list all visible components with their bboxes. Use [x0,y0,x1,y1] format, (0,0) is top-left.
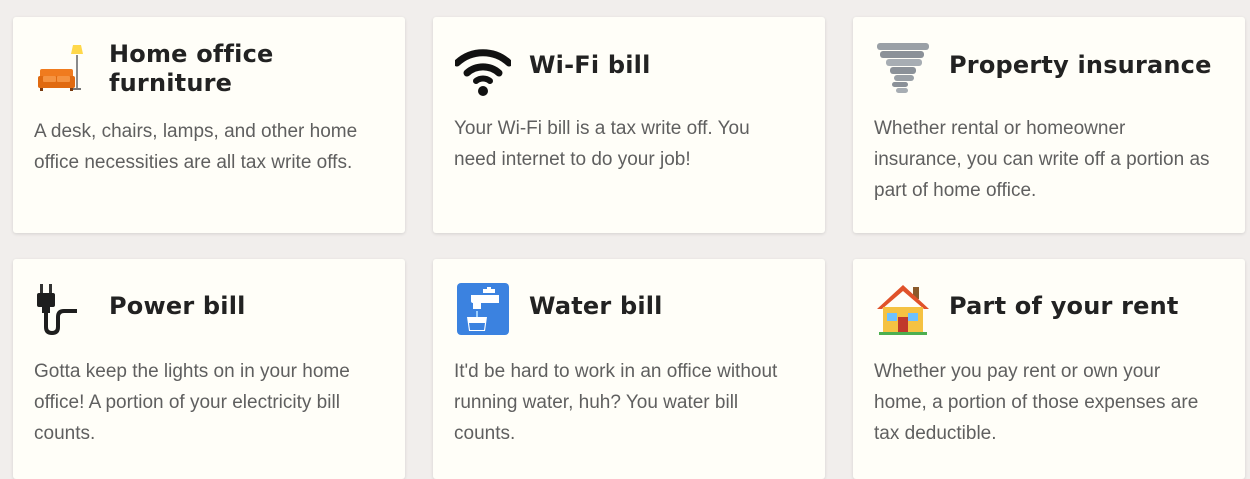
card-description: Whether you pay rent or own your home, a… [874,361,1199,444]
card-water-bill: Water bill It'd be hard to work in an of… [433,259,825,479]
write-offs-grid: Home office furniture A desk, chairs, la… [0,0,1250,479]
card-power-bill: Power bill Gotta keep the lights on in y… [13,259,405,479]
card-description: It'd be hard to work in an office withou… [454,361,778,444]
card-title: Property insurance [949,51,1212,79]
card-title: Water bill [529,292,663,320]
card-home-office-furniture: Home office furniture A desk, chairs, la… [13,17,405,233]
electric-plug-icon [35,281,91,337]
card-title: Wi-Fi bill [529,51,651,79]
wifi-icon [453,41,513,97]
tornado-icon [875,41,931,97]
card-title: Power bill [109,292,246,320]
water-tap-icon [455,281,511,337]
card-description: Whether rental or homeowner insurance, y… [874,118,1210,201]
card-description: A desk, chairs, lamps, and other home of… [34,121,358,173]
card-property-insurance: Property insurance Whether rental or hom… [853,17,1245,233]
card-description: Your Wi-Fi bill is a tax write off. You … [454,118,750,170]
card-description: Gotta keep the lights on in your home of… [34,361,350,444]
house-icon [875,281,931,337]
card-wifi-bill: Wi-Fi bill Your Wi-Fi bill is a tax writ… [433,17,825,233]
card-title: Part of your rent [949,292,1179,320]
couch-and-lamp-icon [35,41,91,97]
card-title: Home office furniture [109,40,274,97]
card-part-of-rent: Part of your rent Whether you pay rent o… [853,259,1245,479]
